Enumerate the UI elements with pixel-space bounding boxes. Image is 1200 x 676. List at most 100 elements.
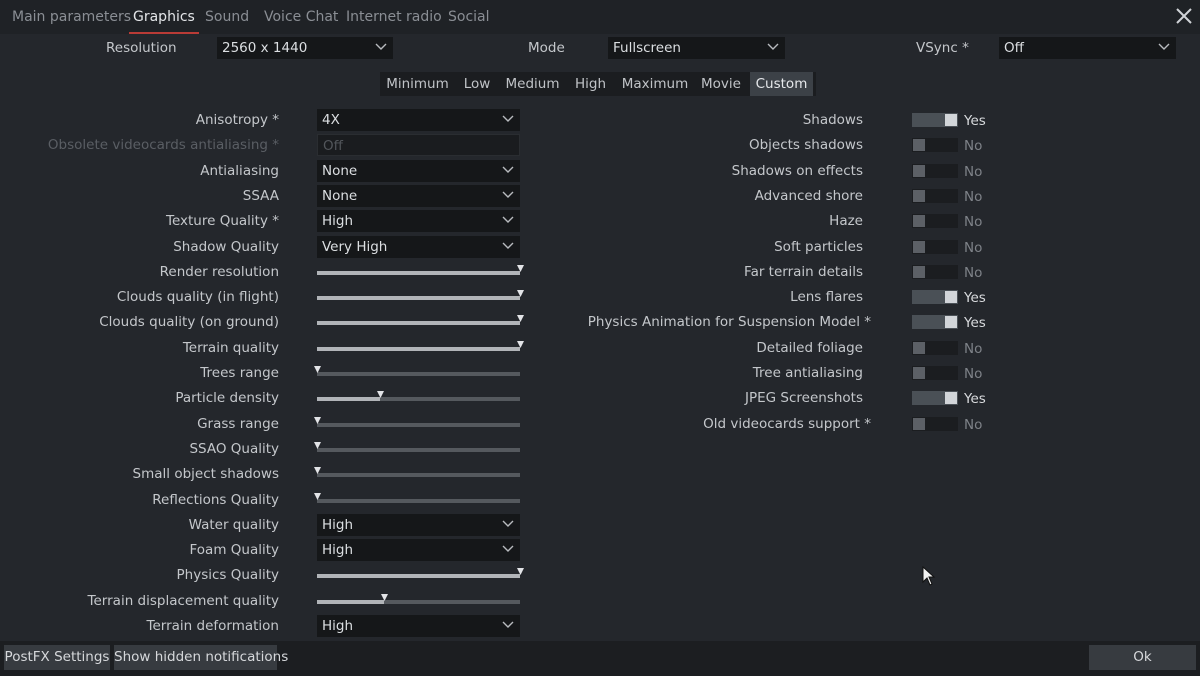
preset-maximum[interactable]: Maximum bbox=[616, 72, 694, 96]
tab-graphics[interactable]: Graphics bbox=[129, 0, 199, 34]
far-terrain-details-state: No bbox=[964, 264, 983, 281]
toggle-label-old-videocards-support: Old videocards support * bbox=[703, 415, 871, 432]
slider-thumb-icon[interactable] bbox=[314, 467, 321, 475]
anisotropy-dropdown[interactable]: 4X bbox=[317, 109, 520, 131]
ssaa-value: None bbox=[322, 187, 358, 204]
mode-label: Mode bbox=[528, 40, 565, 56]
slider-thumb-icon[interactable] bbox=[517, 264, 524, 272]
setting-label-render-resolution: Render resolution bbox=[159, 263, 279, 280]
tab-main-parameters[interactable]: Main parameters bbox=[12, 0, 131, 34]
slider-thumb-icon[interactable] bbox=[517, 290, 524, 298]
tree-antialiasing-toggle[interactable] bbox=[912, 366, 960, 380]
advanced-shore-state: No bbox=[964, 188, 983, 205]
toggle-label-soft-particles: Soft particles bbox=[774, 238, 863, 255]
particle-density-slider[interactable] bbox=[317, 391, 520, 404]
toggle-label-shadows-on-effects: Shadows on effects bbox=[731, 162, 863, 179]
toggle-label-lens-flares: Lens flares bbox=[790, 289, 863, 306]
resolution-dropdown[interactable]: 2560 x 1440 bbox=[217, 37, 393, 59]
slider-thumb-icon[interactable] bbox=[517, 568, 524, 576]
physics-animation-for-suspension-model-toggle[interactable] bbox=[912, 315, 960, 330]
physics-quality-slider[interactable] bbox=[317, 568, 524, 581]
preset-medium[interactable]: Medium bbox=[500, 72, 565, 96]
slider-thumb-icon[interactable] bbox=[517, 340, 524, 348]
terrain-deformation-dropdown[interactable]: High bbox=[317, 615, 520, 637]
shadow-quality-dropdown[interactable]: Very High bbox=[317, 235, 520, 258]
detailed-foliage-toggle[interactable] bbox=[912, 340, 960, 355]
toggle-knob bbox=[945, 291, 957, 304]
texture-quality-value: High bbox=[322, 213, 354, 230]
preset-custom[interactable]: Custom bbox=[750, 72, 813, 96]
preset-movie[interactable]: Movie bbox=[696, 72, 746, 96]
slider-thumb-icon[interactable] bbox=[314, 492, 321, 500]
terrain-quality-slider[interactable] bbox=[317, 340, 524, 354]
setting-label-ssao-quality: SSAO Quality bbox=[189, 440, 279, 457]
antialiasing-dropdown[interactable]: None bbox=[317, 159, 520, 182]
setting-label-physics-quality: Physics Quality bbox=[176, 567, 279, 584]
tab-social[interactable]: Social bbox=[448, 0, 490, 34]
slider-track bbox=[317, 372, 520, 376]
trees-range-slider[interactable] bbox=[314, 366, 520, 379]
tab-voice-chat[interactable]: Voice Chat bbox=[264, 0, 338, 34]
haze-toggle[interactable] bbox=[912, 214, 960, 229]
slider-thumb-icon[interactable] bbox=[517, 315, 524, 323]
far-terrain-details-toggle[interactable] bbox=[912, 264, 960, 279]
objects-shadows-toggle[interactable] bbox=[912, 138, 960, 153]
texture-quality-dropdown[interactable]: High bbox=[317, 210, 520, 233]
terrain-displacement-quality-slider[interactable] bbox=[317, 593, 520, 607]
slider-fill bbox=[317, 296, 520, 301]
slider-fill bbox=[317, 346, 520, 351]
close-icon[interactable] bbox=[1172, 4, 1196, 28]
render-resolution-slider[interactable] bbox=[317, 264, 524, 278]
advanced-shore-toggle[interactable] bbox=[912, 188, 960, 203]
toggle-label-shadows: Shadows bbox=[802, 112, 863, 128]
toggle-label-physics-animation-for-suspension-model: Physics Animation for Suspension Model * bbox=[587, 314, 871, 331]
setting-label-grass-range: Grass range bbox=[197, 415, 279, 432]
show-hidden-notifications-button[interactable]: Show hidden notifications bbox=[114, 645, 288, 670]
clouds-quality-on-ground-slider[interactable] bbox=[317, 315, 524, 328]
chevron-down-icon bbox=[502, 242, 514, 249]
slider-thumb-icon[interactable] bbox=[314, 366, 321, 373]
lens-flares-toggle[interactable] bbox=[912, 290, 960, 305]
toggle-knob bbox=[913, 139, 925, 152]
soft-particles-state: No bbox=[964, 239, 983, 256]
setting-label-clouds-quality-in-flight: Clouds quality (in flight) bbox=[116, 289, 279, 306]
resolution-label: Resolution bbox=[106, 40, 177, 56]
toggle-knob bbox=[945, 392, 957, 405]
ssaa-dropdown[interactable]: None bbox=[317, 184, 520, 207]
slider-thumb-icon[interactable] bbox=[381, 593, 388, 601]
slider-thumb-icon[interactable] bbox=[314, 441, 321, 449]
terrain-deformation-value: High bbox=[322, 618, 354, 634]
tab-internet-radio[interactable]: Internet radio bbox=[346, 0, 442, 34]
shadows-toggle[interactable] bbox=[912, 113, 960, 127]
shadows-on-effects-toggle[interactable] bbox=[912, 163, 960, 178]
vsync-value: Off bbox=[1004, 40, 1024, 56]
soft-particles-toggle[interactable] bbox=[912, 239, 960, 254]
mode-dropdown[interactable]: Fullscreen bbox=[608, 37, 785, 59]
jpeg-screenshots-state: Yes bbox=[964, 391, 986, 408]
chevron-down-icon bbox=[502, 216, 514, 224]
slider-thumb-icon[interactable] bbox=[377, 391, 384, 399]
haze-state: No bbox=[964, 214, 983, 231]
slider-fill bbox=[317, 599, 384, 604]
postfx-settings-button[interactable]: PostFX Settings bbox=[4, 645, 110, 670]
preset-minimum[interactable]: Minimum bbox=[380, 72, 455, 96]
chevron-down-icon bbox=[375, 43, 387, 50]
old-videocards-support-toggle[interactable] bbox=[912, 416, 960, 431]
vsync-dropdown[interactable]: Off bbox=[999, 37, 1176, 59]
clouds-quality-in-flight-slider[interactable] bbox=[317, 290, 524, 303]
tab-sound[interactable]: Sound bbox=[205, 0, 249, 34]
preset-low[interactable]: Low bbox=[457, 72, 497, 96]
toggle-label-haze: Haze bbox=[829, 213, 863, 230]
reflections-quality-slider[interactable] bbox=[314, 492, 520, 506]
jpeg-screenshots-toggle[interactable] bbox=[912, 391, 960, 406]
foam-quality-dropdown[interactable]: High bbox=[317, 539, 520, 562]
grass-range-slider[interactable] bbox=[314, 416, 520, 430]
slider-thumb-icon[interactable] bbox=[314, 416, 321, 424]
setting-label-reflections-quality: Reflections Quality bbox=[152, 491, 279, 508]
water-quality-dropdown[interactable]: High bbox=[317, 513, 520, 536]
small-object-shadows-slider[interactable] bbox=[314, 467, 520, 480]
ok-button[interactable]: Ok bbox=[1089, 645, 1196, 670]
ssao-quality-slider[interactable] bbox=[314, 441, 520, 455]
preset-high[interactable]: High bbox=[568, 72, 613, 96]
physics-animation-for-suspension-model-state: Yes bbox=[964, 315, 986, 332]
